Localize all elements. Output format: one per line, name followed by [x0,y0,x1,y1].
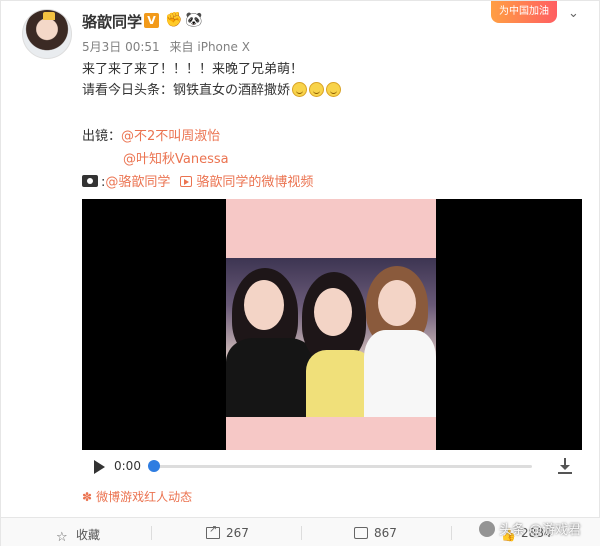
camera-mention[interactable]: @骆歆同学 [105,175,170,190]
camera-line: :@骆歆同学 骆歆同学的微博视频 [82,174,313,192]
chevron-down-icon[interactable]: ⌄ [568,7,582,21]
play-icon[interactable] [94,460,105,474]
comment-icon [354,527,368,539]
promo-banner[interactable]: 为中国加油 [491,1,557,23]
emoji-icon [292,82,308,97]
flower-icon: ✽ [82,490,93,504]
video-thumbnail [226,258,436,417]
watermark-logo-icon [479,521,495,537]
source-prefix: 来自 [169,40,194,54]
weibo-post-card: 骆歆同学 V ✊ 🐼 5月3日 00:51 来自 iPhone X 为中国加油 … [0,0,600,546]
star-icon: ☆ [56,530,68,545]
post-meta: 5月3日 00:51 来自 iPhone X [82,38,250,55]
share-icon [206,524,220,539]
post-text-line2: 请看今日头条：钢铁直女の酒醉撒娇 [82,82,342,100]
watermark: 头条 @游戏君 [479,519,597,541]
username[interactable]: 骆歆同学 [82,11,142,32]
video-player[interactable] [82,199,582,450]
post-text-line2-text: 请看今日头条：钢铁直女の酒醉撒娇 [82,83,291,98]
video-controls: 0:00 [82,450,582,482]
camera-icon [82,175,98,187]
share-count: 267 [226,526,249,540]
panda-icon[interactable]: 🐼 [185,12,203,29]
video-current-time: 0:00 [114,459,141,473]
person-3-face [378,280,416,326]
topic-tag[interactable]: ✽ 微博游戏红人动态 [82,488,192,505]
post-time[interactable]: 00:51 [125,40,160,54]
person-1-shirt [226,338,316,417]
share-button[interactable]: 267 [206,524,249,540]
comment-button[interactable]: 867 [354,526,397,540]
divider [301,526,302,540]
favorite-label: 收藏 [76,528,101,542]
video-link-icon [180,176,193,187]
credits-line-2: @叶知秋Vanessa [123,151,229,169]
hand-badge-icon[interactable]: ✊ [165,12,183,29]
credits-line: 出镜：@不2不叫周淑怡 [82,128,220,146]
emoji-icon [309,82,325,97]
watermark-text: 头条 @游戏君 [499,523,582,538]
crown-icon [43,12,55,20]
person-2-face [314,288,352,336]
mention-link-2[interactable]: @叶知秋Vanessa [123,152,229,167]
video-progress-track[interactable] [154,465,532,468]
person-3-shirt [364,330,436,417]
post-text-line1: 来了来了来了！！！！来晚了兄弟萌！ [82,62,304,77]
verified-badge[interactable]: V [144,13,159,28]
credits-label: 出镜： [82,129,122,144]
favorite-button[interactable]: ☆ 收藏 [56,526,101,545]
person-1-face [244,280,284,330]
post-date[interactable]: 5月3日 [82,40,121,54]
emoji-icon [326,82,342,97]
topic-tag-label[interactable]: 微博游戏红人动态 [96,490,192,504]
divider [451,526,452,540]
video-progress-knob[interactable] [148,460,160,472]
download-icon[interactable] [558,458,572,474]
comment-count: 867 [374,526,397,540]
avatar[interactable] [22,9,72,59]
mention-link-1[interactable]: @不2不叫周淑怡 [121,129,220,144]
video-link[interactable]: 骆歆同学的微博视频 [196,175,313,190]
divider [151,526,152,540]
post-source[interactable]: iPhone X [197,40,250,54]
